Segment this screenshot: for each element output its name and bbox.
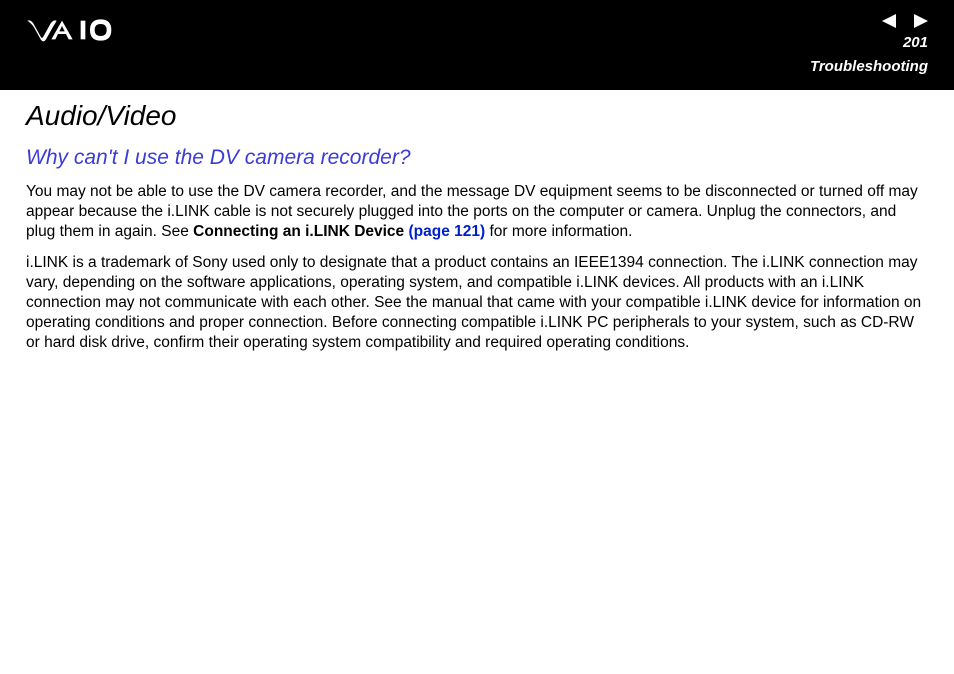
page-subtitle: Why can't I use the DV camera recorder? xyxy=(26,146,928,170)
next-page-icon[interactable] xyxy=(914,14,928,33)
page-number: 201 xyxy=(903,34,928,51)
nav-arrows xyxy=(882,14,928,33)
paragraph-2: i.LINK is a trademark of Sony used only … xyxy=(26,253,928,352)
para1-bold: Connecting an i.LINK Device xyxy=(193,223,408,240)
vaio-logo xyxy=(26,18,146,47)
page-header: 201 Troubleshooting xyxy=(0,0,954,90)
section-label: Troubleshooting xyxy=(810,58,928,75)
paragraph-1: You may not be able to use the DV camera… xyxy=(26,182,928,241)
page-content: Audio/Video Why can't I use the DV camer… xyxy=(0,90,954,353)
page-title: Audio/Video xyxy=(26,100,928,132)
para1-link[interactable]: (page 121) xyxy=(408,223,485,240)
prev-page-icon[interactable] xyxy=(882,14,896,33)
para1-text-b: for more information. xyxy=(485,223,632,240)
